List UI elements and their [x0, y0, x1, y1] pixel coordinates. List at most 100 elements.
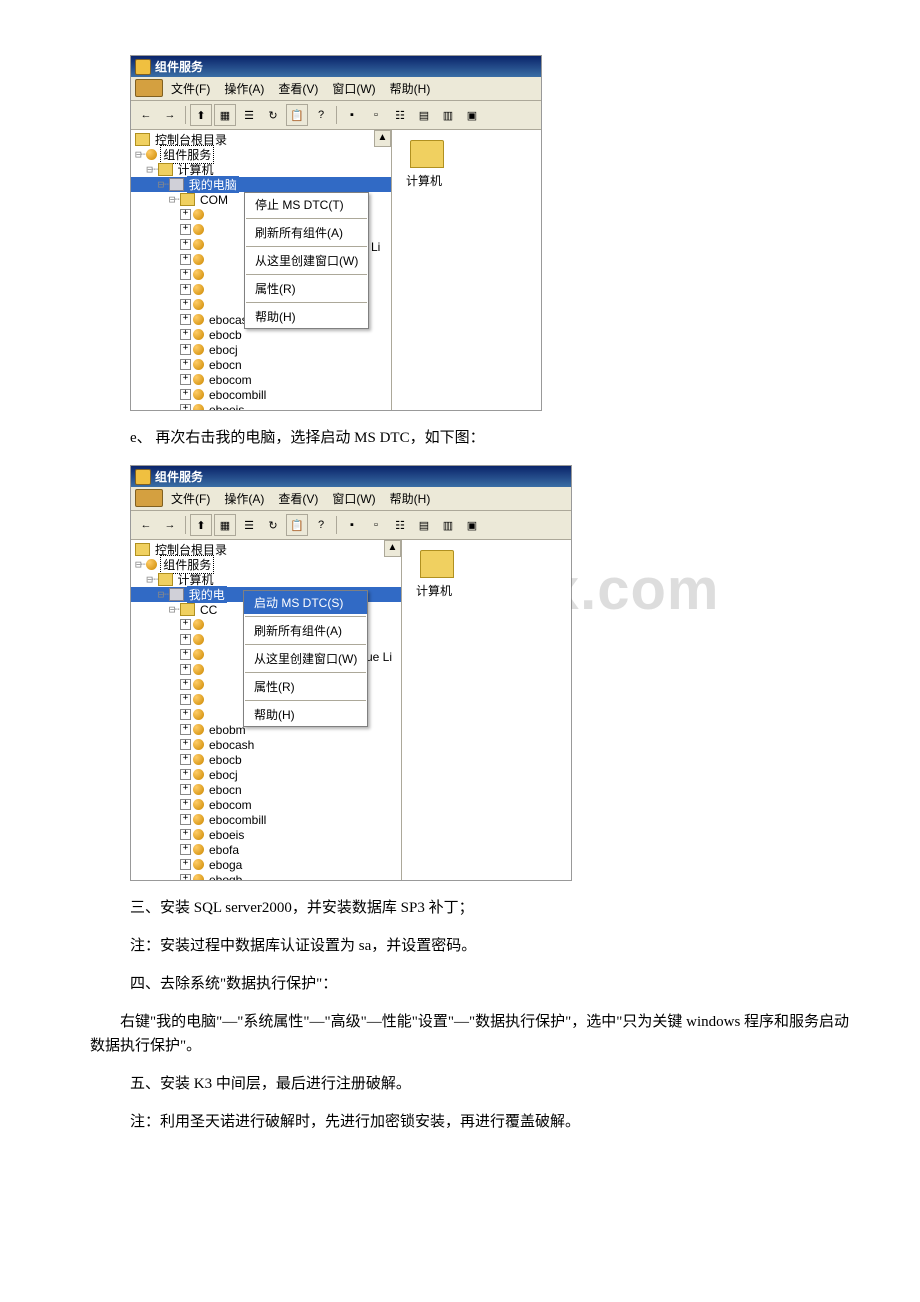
tree-app[interactable]: ebocj [207, 768, 240, 782]
expander[interactable]: + [180, 284, 191, 295]
tree-app[interactable]: ebofa [207, 843, 241, 857]
menu-new-window[interactable]: 从这里创建窗口(W) [245, 249, 368, 272]
tree-app[interactable]: ebocombill [207, 813, 268, 827]
view5-button[interactable]: ▥ [437, 104, 459, 126]
scroll-up[interactable]: ▲ [384, 540, 401, 557]
up-button[interactable]: ⬆ [190, 104, 212, 126]
context-menu[interactable]: 停止 MS DTC(T) 刷新所有组件(A) 从这里创建窗口(W) 属性(R) … [244, 192, 369, 329]
menu-start-msdtc[interactable]: 启动 MS DTC(S) [244, 591, 367, 614]
expander[interactable]: + [180, 874, 191, 880]
view6-button[interactable]: ▣ [461, 514, 483, 536]
menu-view[interactable]: 查看(V) [272, 79, 324, 98]
menu-help[interactable]: 帮助(H) [245, 305, 368, 328]
tree-app[interactable]: ebocn [207, 783, 244, 797]
context-menu[interactable]: 启动 MS DTC(S) 刷新所有组件(A) 从这里创建窗口(W) 属性(R) … [243, 590, 368, 727]
view1-button[interactable]: ▪ [341, 104, 363, 126]
tree-app[interactable]: ebobm [207, 723, 248, 737]
view4-button[interactable]: ▤ [413, 514, 435, 536]
help-button[interactable]: ? [310, 104, 332, 126]
tree-app[interactable]: ebocom [207, 798, 254, 812]
forward-button[interactable]: → [159, 104, 181, 126]
expander[interactable]: + [180, 224, 191, 235]
expander[interactable]: + [180, 784, 191, 795]
view2-button[interactable]: ▫ [365, 104, 387, 126]
expander[interactable]: + [180, 404, 191, 410]
expander[interactable]: + [180, 799, 191, 810]
menu-help[interactable]: 帮助(H) [384, 79, 437, 98]
export-button[interactable]: 📋 [286, 104, 308, 126]
tree-pane[interactable]: ▲ 控制台根目录 ⊟┈组件服务 ⊟┈计算机 ⊟┈我的电脑 ⊟┈COM + + +… [131, 130, 392, 410]
tree-cc[interactable]: CC [198, 603, 219, 617]
expander[interactable]: + [180, 829, 191, 840]
properties-button[interactable]: ☰ [238, 104, 260, 126]
expander[interactable]: + [180, 389, 191, 400]
view3-button[interactable]: ☷ [389, 514, 411, 536]
expander[interactable]: + [180, 769, 191, 780]
tree-app[interactable]: ebocash [207, 738, 256, 752]
expander[interactable]: + [180, 844, 191, 855]
expander[interactable]: + [180, 664, 191, 675]
menu-properties[interactable]: 属性(R) [244, 675, 367, 698]
tree-my-computer[interactable]: 我的电脑 [187, 176, 239, 193]
tree-app[interactable]: eboeis [207, 828, 246, 842]
menubar[interactable]: 文件(F) 操作(A) 查看(V) 窗口(W) 帮助(H) [131, 77, 541, 101]
expander[interactable]: + [180, 209, 191, 220]
expander[interactable]: + [180, 359, 191, 370]
expander[interactable]: + [180, 739, 191, 750]
menu-stop-msdtc[interactable]: 停止 MS DTC(T) [245, 193, 368, 216]
expander[interactable]: + [180, 649, 191, 660]
expander[interactable]: + [180, 724, 191, 735]
menu-window[interactable]: 窗口(W) [326, 79, 381, 98]
view3-button[interactable]: ☷ [389, 104, 411, 126]
menu-file[interactable]: 文件(F) [165, 79, 216, 98]
menu-refresh-all[interactable]: 刷新所有组件(A) [245, 221, 368, 244]
menu-new-window[interactable]: 从这里创建窗口(W) [244, 647, 367, 670]
tree-app[interactable]: ebocb [207, 328, 244, 342]
expander[interactable]: + [180, 329, 191, 340]
expander[interactable]: + [180, 314, 191, 325]
view2-button[interactable]: ▫ [365, 514, 387, 536]
show-hide-button[interactable]: ▦ [214, 514, 236, 536]
properties-button[interactable]: ☰ [238, 514, 260, 536]
menubar[interactable]: 文件(F) 操作(A) 查看(V) 窗口(W) 帮助(H) [131, 487, 571, 511]
forward-button[interactable]: → [159, 514, 181, 536]
view5-button[interactable]: ▥ [437, 514, 459, 536]
tree-my-computer[interactable]: 我的电 [187, 586, 227, 603]
tree-app[interactable]: ebocom [207, 373, 254, 387]
expander[interactable]: + [180, 299, 191, 310]
scroll-up[interactable]: ▲ [374, 130, 391, 147]
expander[interactable]: + [180, 634, 191, 645]
menu-view[interactable]: 查看(V) [272, 489, 324, 508]
expander[interactable]: + [180, 679, 191, 690]
expander[interactable]: + [180, 344, 191, 355]
tree-com[interactable]: COM [198, 193, 230, 207]
menu-properties[interactable]: 属性(R) [245, 277, 368, 300]
expander[interactable]: + [180, 239, 191, 250]
expander[interactable]: + [180, 709, 191, 720]
up-button[interactable]: ⬆ [190, 514, 212, 536]
expander[interactable]: + [180, 814, 191, 825]
back-button[interactable]: ← [135, 104, 157, 126]
expander[interactable]: + [180, 374, 191, 385]
help-button[interactable]: ? [310, 514, 332, 536]
view1-button[interactable]: ▪ [341, 514, 363, 536]
menu-file[interactable]: 文件(F) [165, 489, 216, 508]
menu-action[interactable]: 操作(A) [218, 489, 270, 508]
menu-action[interactable]: 操作(A) [218, 79, 270, 98]
tree-app[interactable]: ebocn [207, 358, 244, 372]
menu-help[interactable]: 帮助(H) [384, 489, 437, 508]
expander[interactable]: + [180, 694, 191, 705]
tree-app[interactable]: eboeis [207, 403, 246, 411]
tree-app[interactable]: ebocombill [207, 388, 268, 402]
show-hide-button[interactable]: ▦ [214, 104, 236, 126]
expander[interactable]: + [180, 254, 191, 265]
content-label[interactable]: 计算机 [406, 172, 535, 189]
refresh-button[interactable]: ↻ [262, 104, 284, 126]
menu-help[interactable]: 帮助(H) [244, 703, 367, 726]
folder-large-icon[interactable] [410, 140, 444, 168]
export-button[interactable]: 📋 [286, 514, 308, 536]
expander[interactable]: + [180, 269, 191, 280]
tree-app[interactable]: ebocj [207, 343, 240, 357]
expander[interactable]: + [180, 859, 191, 870]
tree-app[interactable]: ebogb [207, 873, 244, 881]
